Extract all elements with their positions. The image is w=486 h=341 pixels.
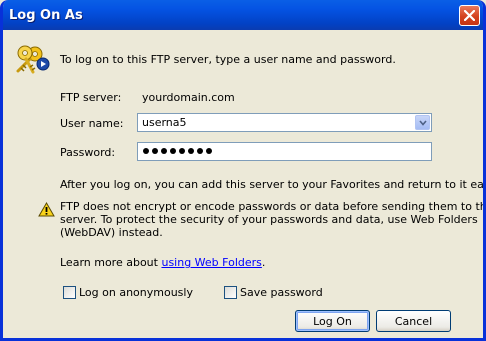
user-name-value: userna5 [142,116,187,129]
save-password-label[interactable]: Save password [240,286,323,299]
password-mask [143,148,212,154]
learn-more-text: Learn more about using Web Folders. [60,256,265,269]
using-web-folders-link[interactable]: using Web Folders [161,256,261,269]
password-label: Password: [60,146,116,159]
learn-more-suffix: . [261,256,266,269]
chevron-down-icon [419,120,427,126]
password-field[interactable] [137,142,432,161]
keys-icon [16,45,50,74]
info-text: To log on to this FTP server, type a use… [60,53,396,66]
ftp-server-label: FTP server: [60,91,122,104]
learn-more-prefix: Learn more about [60,256,162,269]
ftp-server-value: yourdomain.com [142,91,235,104]
warning-line-3: (WebDAV) instead. [60,226,163,239]
log-on-button[interactable]: Log On [295,310,370,332]
dialog-body: To log on to this FTP server, type a use… [3,30,483,338]
warning-line-2: server. To protect the security of your … [60,213,478,226]
cancel-button[interactable]: Cancel [376,310,451,332]
warning-line-1: FTP does not encrypt or encode passwords… [60,200,486,213]
log-on-as-dialog: Log On As To log on to this FTP server, … [0,0,486,341]
favorites-text: After you log on, you can add this serve… [60,178,486,191]
close-icon [464,10,475,21]
user-name-label: User name: [60,117,124,130]
window-title: Log On As [9,7,83,23]
log-on-anonymously-checkbox[interactable] [63,286,76,299]
close-button[interactable] [459,5,480,26]
log-on-anonymously-label[interactable]: Log on anonymously [79,286,193,299]
warning-icon [38,202,55,217]
save-password-checkbox[interactable] [224,286,237,299]
title-bar[interactable]: Log On As [3,0,483,30]
user-name-combobox[interactable]: userna5 [137,113,432,132]
user-name-dropdown-button[interactable] [415,115,430,130]
